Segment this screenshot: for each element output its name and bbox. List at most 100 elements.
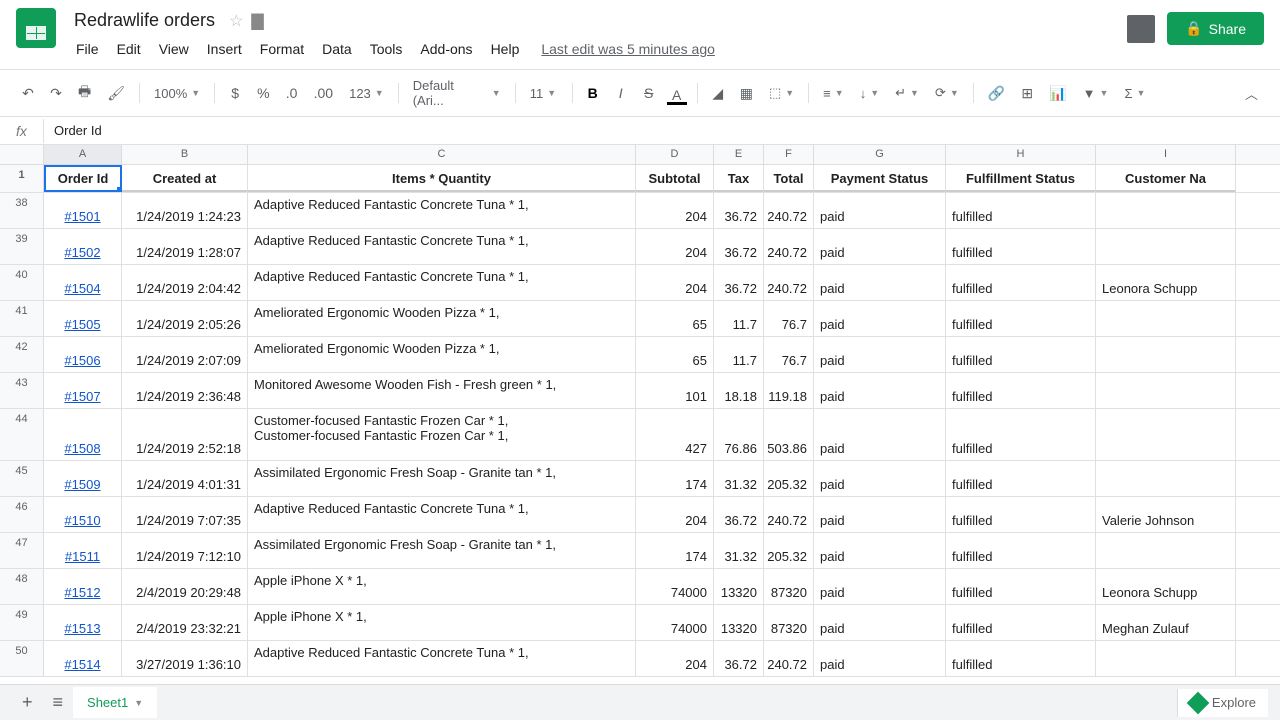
cell-subtotal[interactable]: 204 [636, 497, 714, 532]
move-folder-icon[interactable]: ▇ [251, 11, 263, 31]
column-header-D[interactable]: D [636, 145, 714, 164]
cell-tax[interactable]: 13320 [714, 605, 764, 640]
filter-icon[interactable]: ▼▼ [1077, 82, 1115, 105]
order-link[interactable]: #1506 [64, 353, 100, 368]
column-header-I[interactable]: I [1096, 145, 1236, 164]
font-size-dropdown[interactable]: 11▼ [524, 82, 564, 105]
cell-order-id[interactable]: #1506 [44, 337, 122, 372]
order-link[interactable]: #1514 [64, 657, 100, 672]
column-header-G[interactable]: G [814, 145, 946, 164]
row-header[interactable]: 48 [0, 569, 44, 604]
cell-tax[interactable]: 36.72 [714, 193, 764, 228]
cell-total[interactable]: 240.72 [764, 265, 814, 300]
header-cell-C[interactable]: Items * Quantity [248, 165, 636, 192]
column-header-H[interactable]: H [946, 145, 1096, 164]
merge-cells-icon[interactable]: ⬚▼ [763, 81, 800, 105]
redo-icon[interactable]: ↷ [44, 79, 68, 108]
cell-items[interactable]: Assimilated Ergonomic Fresh Soap - Grani… [248, 533, 636, 568]
cell-payment[interactable]: paid [814, 605, 946, 640]
cell-tax[interactable]: 11.7 [714, 301, 764, 336]
cell-order-id[interactable]: #1513 [44, 605, 122, 640]
cell-customer[interactable] [1096, 373, 1236, 408]
cell-customer[interactable] [1096, 229, 1236, 264]
order-link[interactable]: #1512 [64, 585, 100, 600]
rows-container[interactable]: 1Order IdCreated atItems * QuantitySubto… [0, 165, 1280, 685]
cell-fulfillment[interactable]: fulfilled [946, 229, 1096, 264]
cell-subtotal[interactable]: 174 [636, 461, 714, 496]
cell-customer[interactable]: Leonora Schupp [1096, 569, 1236, 604]
menu-format[interactable]: Format [252, 37, 312, 61]
cell-tax[interactable]: 31.32 [714, 533, 764, 568]
cell-payment[interactable]: paid [814, 265, 946, 300]
text-wrap-icon[interactable]: ↵▼ [889, 81, 925, 105]
header-cell-I[interactable]: Customer Na [1096, 165, 1236, 192]
header-cell-A[interactable]: Order Id [44, 165, 122, 192]
cell-payment[interactable]: paid [814, 461, 946, 496]
cell-payment[interactable]: paid [814, 641, 946, 676]
cell-tax[interactable]: 31.32 [714, 461, 764, 496]
cell-customer[interactable] [1096, 533, 1236, 568]
cell-items[interactable]: Ameliorated Ergonomic Wooden Pizza * 1, [248, 337, 636, 372]
sheet-tab[interactable]: Sheet1 ▼ [73, 687, 157, 718]
cell-subtotal[interactable]: 204 [636, 229, 714, 264]
cell-customer[interactable]: Leonora Schupp [1096, 265, 1236, 300]
row-header[interactable]: 39 [0, 229, 44, 264]
cell-fulfillment[interactable]: fulfilled [946, 605, 1096, 640]
cell-fulfillment[interactable]: fulfilled [946, 569, 1096, 604]
cell-created[interactable]: 2/4/2019 20:29:48 [122, 569, 248, 604]
horizontal-align-icon[interactable]: ≡▼ [817, 82, 850, 105]
cell-items[interactable]: Assimilated Ergonomic Fresh Soap - Grani… [248, 461, 636, 496]
cell-fulfillment[interactable]: fulfilled [946, 373, 1096, 408]
cell-created[interactable]: 1/24/2019 7:07:35 [122, 497, 248, 532]
zoom-dropdown[interactable]: 100%▼ [148, 82, 206, 105]
cell-subtotal[interactable]: 74000 [636, 569, 714, 604]
cell-customer[interactable] [1096, 337, 1236, 372]
cell-total[interactable]: 76.7 [764, 301, 814, 336]
cell-created[interactable]: 1/24/2019 2:52:18 [122, 409, 248, 460]
cell-fulfillment[interactable]: fulfilled [946, 533, 1096, 568]
cell-items[interactable]: Adaptive Reduced Fantastic Concrete Tuna… [248, 229, 636, 264]
order-link[interactable]: #1511 [65, 549, 100, 564]
cell-order-id[interactable]: #1512 [44, 569, 122, 604]
vertical-align-icon[interactable]: ↓▼ [854, 82, 885, 105]
cell-items[interactable]: Customer-focused Fantastic Frozen Car * … [248, 409, 636, 460]
row-header[interactable]: 45 [0, 461, 44, 496]
cell-items[interactable]: Apple iPhone X * 1, [248, 605, 636, 640]
cell-created[interactable]: 1/24/2019 1:28:07 [122, 229, 248, 264]
cell-total[interactable]: 240.72 [764, 641, 814, 676]
cell-payment[interactable]: paid [814, 373, 946, 408]
cell-fulfillment[interactable]: fulfilled [946, 641, 1096, 676]
cell-order-id[interactable]: #1501 [44, 193, 122, 228]
cell-items[interactable]: Ameliorated Ergonomic Wooden Pizza * 1, [248, 301, 636, 336]
header-cell-H[interactable]: Fulfillment Status [946, 165, 1096, 192]
cell-fulfillment[interactable]: fulfilled [946, 301, 1096, 336]
header-cell-F[interactable]: Total [764, 165, 814, 192]
cell-created[interactable]: 1/24/2019 2:05:26 [122, 301, 248, 336]
cell-tax[interactable]: 18.18 [714, 373, 764, 408]
cell-created[interactable]: 2/4/2019 23:32:21 [122, 605, 248, 640]
cell-fulfillment[interactable]: fulfilled [946, 497, 1096, 532]
strikethrough-icon[interactable]: S [637, 79, 661, 107]
cell-total[interactable]: 87320 [764, 605, 814, 640]
cell-subtotal[interactable]: 204 [636, 193, 714, 228]
cell-total[interactable]: 240.72 [764, 193, 814, 228]
fx-icon[interactable]: fx [0, 119, 44, 143]
cell-customer[interactable] [1096, 461, 1236, 496]
cell-tax[interactable]: 36.72 [714, 265, 764, 300]
cell-tax[interactable]: 36.72 [714, 641, 764, 676]
add-sheet-icon[interactable]: + [12, 686, 43, 719]
cell-order-id[interactable]: #1510 [44, 497, 122, 532]
cell-items[interactable]: Adaptive Reduced Fantastic Concrete Tuna… [248, 193, 636, 228]
share-button[interactable]: 🔒 Share [1167, 12, 1264, 45]
header-cell-D[interactable]: Subtotal [636, 165, 714, 192]
insert-comment-icon[interactable]: ⊞ [1015, 79, 1039, 108]
cell-payment[interactable]: paid [814, 409, 946, 460]
number-format-dropdown[interactable]: 123▼ [343, 82, 390, 105]
menu-file[interactable]: File [68, 37, 107, 61]
text-color-icon[interactable]: A [665, 81, 689, 105]
cell-total[interactable]: 240.72 [764, 229, 814, 264]
cell-customer[interactable] [1096, 409, 1236, 460]
collapse-toolbar-icon[interactable]: ︿ [1239, 78, 1264, 109]
menu-edit[interactable]: Edit [109, 37, 149, 61]
undo-icon[interactable]: ↶ [16, 79, 40, 108]
